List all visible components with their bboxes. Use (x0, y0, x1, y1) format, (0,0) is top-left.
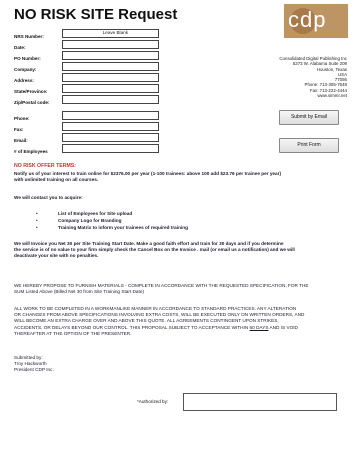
invoice-line-3: deactivate your site with no penalties. (14, 253, 99, 259)
list-item: Training Matrix to inform your trainees … (34, 224, 188, 231)
label-company: Company: (14, 67, 37, 72)
legal-line-5: THEREAFTER AT THE OPTION OF THE PRESENTE… (14, 330, 132, 336)
submitted-by-label: Submitted by: (14, 355, 43, 360)
legal-text: ALL WORK TO BE COMPLETED IN A WORKMANLIK… (14, 306, 346, 337)
legal-line-2: OR CHANGES FROM ABOVE SPECIFICATIONS INV… (14, 312, 305, 318)
email-input[interactable] (62, 133, 159, 142)
submit-by-email-button[interactable]: Submit by Email (279, 110, 339, 125)
address-input[interactable] (62, 73, 159, 82)
label-date: Date: (14, 45, 26, 50)
terms-contact-text: We will contact you to acquire: (14, 195, 83, 200)
signer-position: President CDP Inc. (14, 367, 54, 373)
signature-block: Submitted by: Troy Hackworth President C… (14, 355, 346, 374)
list-item: List of Employees for Site upload (34, 210, 188, 217)
label-address: Address: (14, 78, 34, 83)
signer-name: Troy Hackworth (14, 361, 47, 367)
label-employees: # of Employees (14, 149, 48, 154)
legal-line-4c: AND IS VOID (268, 324, 298, 330)
fax-input[interactable] (62, 122, 159, 131)
label-po-number: PO Number: (14, 56, 41, 61)
list-item: Company Logo for Branding (34, 217, 188, 224)
list-item-text: Training Matrix to inform your trainees … (58, 225, 188, 230)
company-input[interactable] (62, 62, 159, 71)
authorized-by-label: *Authorized by: (137, 399, 169, 404)
label-zip: Zip/Postal code: (14, 100, 50, 105)
terms-intro-line-1: Notify us of your interest to train onli… (14, 171, 282, 176)
page-title: NO RISK SITE Request (14, 6, 178, 23)
invoice-terms: We will Invoice you Net 30 per Site Trai… (14, 241, 346, 260)
zip-input[interactable] (62, 95, 159, 104)
nrs-number-value: Leave Blank (102, 30, 128, 35)
label-phone: Phone: (14, 116, 30, 121)
legal-days: 60 DAYS (249, 324, 269, 330)
employees-input[interactable] (62, 144, 159, 153)
label-email: Email: (14, 138, 28, 143)
acquire-list: List of Employees for Site upload Compan… (34, 210, 188, 231)
proposal-line-2: SUM Listed Above (Billed Net 30 from Sit… (14, 289, 145, 295)
phone-input[interactable] (62, 111, 159, 120)
state-input[interactable] (62, 84, 159, 93)
terms-intro-line-2: with unlimited training on all courses. (14, 177, 99, 183)
authorized-by-input[interactable] (183, 393, 337, 411)
label-fax: Fax: (14, 127, 24, 132)
legal-line-4a: ACCIDENTS, OR DELAYS BEYOND OUR CONTROL.… (14, 324, 250, 330)
terms-intro: Notify us of your interest to train onli… (14, 171, 346, 183)
logo-text: cdp (288, 7, 327, 32)
terms-contact: We will contact you to acquire: (14, 195, 346, 201)
proposal-line-1: WE HEREBY PROPOSE TO FURNISH MATERIALS -… (14, 283, 309, 288)
nrs-number-input[interactable]: Leave Blank (62, 29, 159, 38)
proposal-text: WE HEREBY PROPOSE TO FURNISH MATERIALS -… (14, 283, 346, 295)
company-address: Consolidated Digital Publishing Inc 5373… (237, 56, 347, 98)
label-nrs-number: NRS Number: (14, 34, 44, 39)
list-item-text: List of Employees for Site upload (58, 211, 133, 216)
cdp-logo: cdp (284, 4, 348, 38)
list-item-text: Company Logo for Branding (58, 218, 122, 223)
legal-line-3: WILL BECOME AN EXTRA CHARGE OVER AND ABO… (14, 318, 279, 324)
label-state: State/Province: (14, 89, 48, 94)
terms-heading: NO RISK OFFER TERMS: (14, 163, 76, 169)
invoice-line-2: the service is of no value to your firm … (14, 247, 295, 253)
po-number-input[interactable] (62, 51, 159, 60)
legal-line-1: ALL WORK TO BE COMPLETED IN A WORKMANLIK… (14, 306, 297, 311)
company-web: www.simmr.net (317, 93, 347, 99)
date-input[interactable] (62, 40, 159, 49)
invoice-line-1: We will Invoice you Net 30 per Site Trai… (14, 241, 284, 246)
print-form-button[interactable]: Print Form (279, 138, 339, 153)
